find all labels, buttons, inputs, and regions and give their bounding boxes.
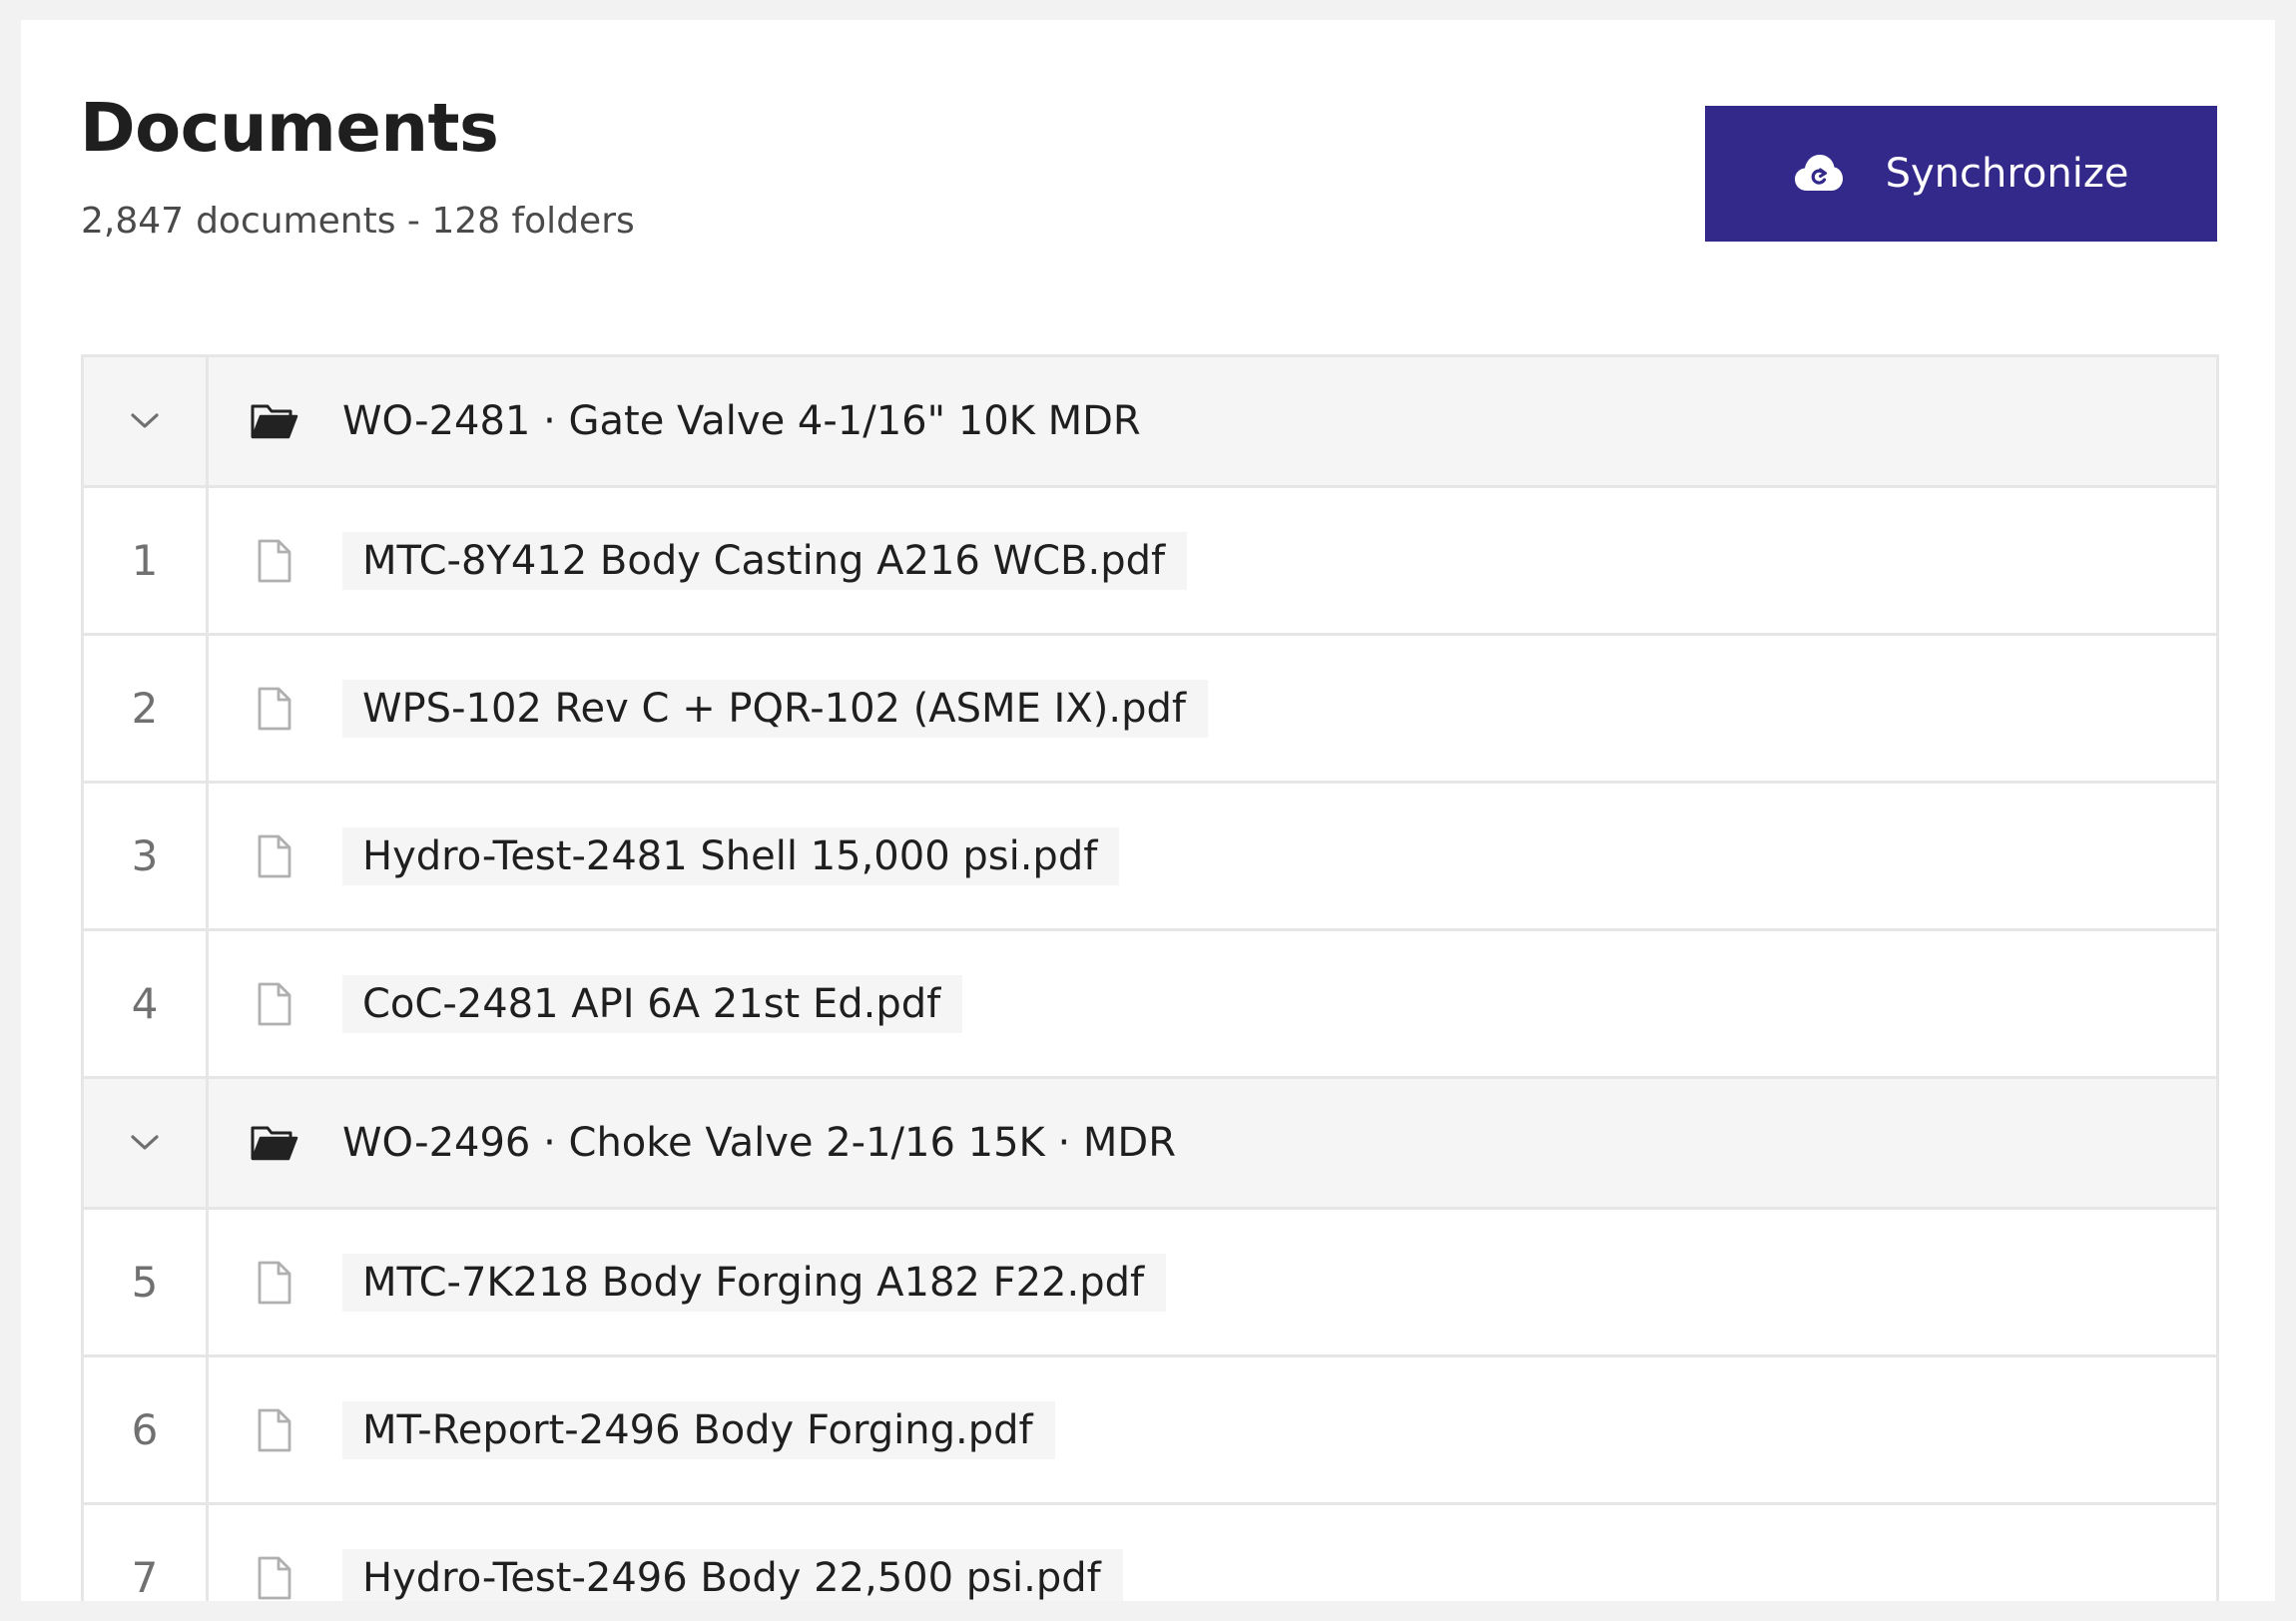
document-count-rest: documents - 128 folders bbox=[196, 201, 635, 242]
file-cell: Hydro-Test-2481 Shell 15,000 psi.pdf bbox=[209, 784, 2216, 928]
file-icon bbox=[251, 537, 298, 585]
file-name-link[interactable]: MTC-7K218 Body Forging A182 F22.pdf bbox=[342, 1253, 1167, 1312]
file-name-link[interactable]: CoC-2481 API 6A 21st Ed.pdf bbox=[342, 974, 963, 1033]
folder-toggle-button[interactable] bbox=[84, 357, 209, 485]
synchronize-button[interactable]: Synchronize bbox=[1705, 106, 2217, 242]
file-icon bbox=[251, 685, 298, 733]
folder-cell: WO-2496 · Choke Valve 2-1/16 15K · MDR bbox=[209, 1079, 2216, 1207]
folder-open-icon bbox=[251, 1119, 298, 1167]
row-index: 1 bbox=[84, 488, 209, 633]
file-name-link[interactable]: Hydro-Test-2481 Shell 15,000 psi.pdf bbox=[342, 826, 1120, 885]
file-row[interactable]: 4 CoC-2481 API 6A 21st Ed.pdf bbox=[84, 931, 2216, 1079]
folder-row[interactable]: WO-2481 · Gate Valve 4-1/16" 10K MDR bbox=[84, 357, 2216, 488]
file-cell: MT-Report-2496 Body Forging.pdf bbox=[209, 1357, 2216, 1502]
file-icon bbox=[251, 832, 298, 880]
documents-table: WO-2481 · Gate Valve 4-1/16" 10K MDR 1 MTC… bbox=[81, 354, 2219, 1601]
document-count: 2,847 bbox=[81, 201, 185, 242]
file-icon bbox=[251, 1406, 298, 1454]
row-index: 4 bbox=[84, 931, 209, 1076]
file-row[interactable]: 7 Hydro-Test-2496 Body 22,500 psi.pdf bbox=[84, 1505, 2216, 1601]
file-name-link[interactable]: WPS-102 Rev C + PQR-102 (ASME IX).pdf bbox=[342, 679, 1208, 738]
file-row[interactable]: 1 MTC-8Y412 Body Casting A216 WCB.pdf bbox=[84, 488, 2216, 636]
file-row[interactable]: 3 Hydro-Test-2481 Shell 15,000 psi.pdf bbox=[84, 784, 2216, 931]
file-cell: CoC-2481 API 6A 21st Ed.pdf bbox=[209, 931, 2216, 1076]
folder-toggle-button[interactable] bbox=[84, 1079, 209, 1207]
row-index: 3 bbox=[84, 784, 209, 928]
file-cell: WPS-102 Rev C + PQR-102 (ASME IX).pdf bbox=[209, 636, 2216, 781]
file-name-link[interactable]: MTC-8Y412 Body Casting A216 WCB.pdf bbox=[342, 531, 1188, 590]
cloud-sync-icon bbox=[1794, 153, 1844, 195]
folder-name: WO-2496 · Choke Valve 2-1/16 15K · MDR bbox=[342, 1120, 1177, 1166]
documents-panel: Documents 2,847 documents - 128 folders S… bbox=[21, 20, 2275, 1601]
file-icon bbox=[251, 1259, 298, 1307]
chevron-down-icon bbox=[130, 1134, 160, 1152]
folder-row[interactable]: WO-2496 · Choke Valve 2-1/16 15K · MDR bbox=[84, 1079, 2216, 1210]
file-row[interactable]: 5 MTC-7K218 Body Forging A182 F22.pdf bbox=[84, 1210, 2216, 1357]
row-index: 5 bbox=[84, 1210, 209, 1354]
row-index: 6 bbox=[84, 1357, 209, 1502]
page-title: Documents bbox=[80, 89, 499, 167]
file-name-link[interactable]: MT-Report-2496 Body Forging.pdf bbox=[342, 1400, 1055, 1459]
file-row[interactable]: 6 MT-Report-2496 Body Forging.pdf bbox=[84, 1357, 2216, 1505]
file-cell: Hydro-Test-2496 Body 22,500 psi.pdf bbox=[209, 1505, 2216, 1601]
chevron-down-icon bbox=[130, 412, 160, 430]
file-row[interactable]: 2 WPS-102 Rev C + PQR-102 (ASME IX).pdf bbox=[84, 636, 2216, 784]
synchronize-label: Synchronize bbox=[1885, 151, 2129, 197]
file-cell: MTC-8Y412 Body Casting A216 WCB.pdf bbox=[209, 488, 2216, 633]
document-counts: 2,847 documents - 128 folders bbox=[81, 200, 635, 243]
row-index: 2 bbox=[84, 636, 209, 781]
folder-name: WO-2481 · Gate Valve 4-1/16" 10K MDR bbox=[342, 398, 1141, 444]
file-cell: MTC-7K218 Body Forging A182 F22.pdf bbox=[209, 1210, 2216, 1354]
file-name-link[interactable]: Hydro-Test-2496 Body 22,500 psi.pdf bbox=[342, 1548, 1123, 1601]
row-index: 7 bbox=[84, 1505, 209, 1601]
file-icon bbox=[251, 980, 298, 1028]
folder-cell: WO-2481 · Gate Valve 4-1/16" 10K MDR bbox=[209, 357, 2216, 485]
file-icon bbox=[251, 1554, 298, 1602]
folder-open-icon bbox=[251, 397, 298, 445]
